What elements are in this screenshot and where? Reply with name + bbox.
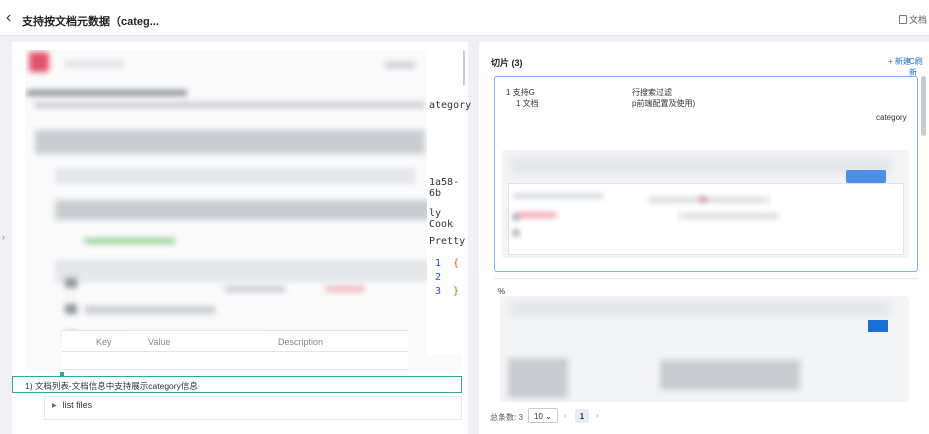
blurred-block [511, 158, 891, 174]
blurred-send-button [868, 320, 888, 332]
list-files-toggle[interactable]: ▶ list files [52, 400, 92, 410]
blurred-block [55, 168, 415, 184]
blurred-checkbox [65, 278, 77, 288]
brace-open: { [453, 258, 460, 269]
line-number: 1 [435, 258, 442, 269]
blurred-block [510, 302, 890, 316]
page-size-value: 10 [534, 412, 543, 421]
blurred-block [508, 358, 568, 398]
chunk-category-text: category [876, 113, 907, 122]
column-description: Description [278, 337, 324, 347]
document-button[interactable]: 文档 [898, 13, 927, 26]
strip-pretty-text: Pretty [429, 236, 466, 247]
blurred-text [27, 90, 187, 96]
blurred-text [35, 102, 425, 108]
blurred-logo [29, 52, 49, 72]
strip-tab-text: ly Cook [429, 208, 454, 230]
line-number: 3 [435, 286, 442, 297]
blurred-tabs [85, 238, 175, 244]
blurred-checkbox [65, 304, 77, 314]
key-value-table-row [62, 352, 408, 370]
blurred-text [517, 212, 557, 218]
prev-page-icon[interactable]: ‹ [564, 411, 567, 420]
list-files-box [44, 396, 462, 420]
strip-id-text: 1a58-6b [429, 177, 460, 199]
back-arrow-icon[interactable]: ‹ [6, 10, 20, 26]
embedded-code-strip: ategory 1a58-6b ly Cook Pretty 1 { 2 3 } [427, 50, 471, 355]
chunk-screenshot [500, 296, 909, 402]
blurred-screenshot [25, 50, 462, 372]
document-caption-line[interactable]: 1) 文档列表-文档信息中支持展示category信息 [12, 376, 462, 393]
blurred-block [55, 260, 435, 282]
blurred-send-button [846, 170, 886, 183]
current-page-button[interactable]: 1 [575, 409, 589, 423]
chunk-text-line: 1 支持G [506, 88, 535, 97]
chunk-text-line: 行搜索过滤 [632, 88, 672, 97]
document-icon [898, 15, 907, 24]
page-size-select[interactable]: 10 ⌄ [528, 408, 558, 423]
page-title: 支持按文档元数据（categ... [22, 16, 159, 28]
chunks-scrollbar[interactable] [921, 76, 926, 136]
chunks-title: 切片 (3) [491, 58, 523, 68]
blurred-text [649, 198, 769, 202]
brace-close: } [453, 286, 460, 297]
chevron-down-icon: ⌄ [545, 412, 552, 421]
chunk-text-line: p前端配置及使用) [632, 99, 696, 108]
blurred-text [679, 214, 779, 218]
blurred-text [85, 306, 215, 314]
line-number: 2 [435, 272, 442, 283]
column-key: Key [96, 337, 112, 347]
chunk-text-line: 1 文档 [516, 99, 539, 108]
blurred-text [225, 286, 285, 292]
blurred-checkbox [513, 214, 519, 220]
chunk-text-line: % [498, 287, 506, 296]
new-chunk-button[interactable]: + 新建 [888, 56, 911, 67]
document-button-label: 文档 [908, 15, 927, 25]
refresh-button[interactable]: C刷新 [909, 56, 929, 78]
top-bar: ‹ 支持按文档元数据（categ... 文档 [0, 0, 929, 36]
collapse-chevron-icon[interactable]: › [2, 232, 5, 242]
strip-category-text: ategory [429, 100, 472, 111]
blurred-text [325, 286, 365, 292]
blurred-mark [699, 196, 707, 202]
embedded-request-panel [508, 183, 904, 255]
blurred-block [65, 60, 125, 68]
blurred-block [35, 130, 425, 154]
expand-triangle-icon: ▶ [52, 403, 57, 409]
list-files-label: list files [62, 400, 93, 410]
column-value: Value [148, 337, 171, 347]
total-count: 总条数: 3 [490, 413, 523, 422]
next-page-icon[interactable]: › [596, 411, 599, 420]
blurred-checkbox [513, 230, 519, 236]
key-value-table-header: Key Value Description [62, 330, 408, 352]
blurred-block [385, 62, 415, 68]
blurred-block [660, 360, 800, 390]
blurred-text [513, 194, 603, 198]
blurred-block [55, 200, 435, 220]
